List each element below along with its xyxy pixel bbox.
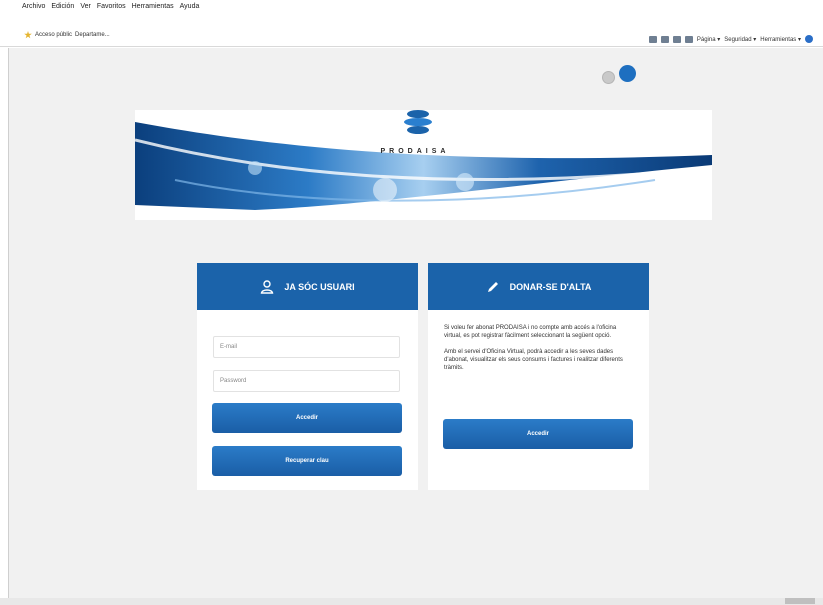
menu-ayuda[interactable]: Ayuda xyxy=(180,3,200,10)
help-icon[interactable] xyxy=(805,35,813,43)
menu-archivo[interactable]: Archivo xyxy=(22,3,45,10)
favorites-bar: Acceso públic Departame... Página ▾ Segu… xyxy=(0,13,823,47)
home-icon[interactable] xyxy=(648,35,657,43)
favorite-link-2[interactable]: Departame... xyxy=(75,32,110,38)
feeds-icon[interactable] xyxy=(660,35,669,43)
login-card-header: JA SÓC USUARI xyxy=(197,263,418,310)
tools-menu[interactable]: Herramientas ▾ xyxy=(760,36,801,43)
favorites-links: Acceso públic Departame... xyxy=(24,31,110,39)
page-menu[interactable]: Página ▾ xyxy=(697,36,720,43)
status-bar xyxy=(0,598,823,605)
language-option-icon[interactable] xyxy=(602,71,615,84)
signup-text-1: Si voleu fer abonat PRODAISA i no compte… xyxy=(444,325,617,339)
recover-password-button[interactable]: Recuperar clau xyxy=(212,446,402,476)
menu-edicion[interactable]: Edición xyxy=(51,3,74,10)
signup-description: Si voleu fer abonat PRODAISA i no compte… xyxy=(444,324,634,372)
favorite-link-1[interactable]: Acceso públic xyxy=(35,32,72,38)
browser-menubar: Archivo Edición Ver Favoritos Herramient… xyxy=(0,0,823,13)
login-submit-button[interactable]: Accedir xyxy=(212,403,402,433)
security-menu[interactable]: Seguridad ▾ xyxy=(724,36,756,43)
language-selected-icon[interactable] xyxy=(619,65,636,82)
menu-favoritos[interactable]: Favoritos xyxy=(97,3,126,10)
mail-icon[interactable] xyxy=(672,35,681,43)
prodaisa-logo-icon xyxy=(404,110,432,134)
signup-submit-button[interactable]: Accedir xyxy=(443,419,633,449)
login-card: JA SÓC USUARI E-mail Password Accedir Re… xyxy=(197,263,418,490)
favorites-star-icon[interactable] xyxy=(24,31,32,39)
signup-card-title: DONAR-SE D'ALTA xyxy=(509,281,592,292)
signup-text-2: Amb el servei d'Oficina Virtual, podrà a… xyxy=(444,349,623,371)
command-bar: Página ▾ Seguridad ▾ Herramientas ▾ xyxy=(648,35,813,43)
menu-ver[interactable]: Ver xyxy=(80,3,91,10)
password-input[interactable]: Password xyxy=(213,370,400,392)
login-card-title: JA SÓC USUARI xyxy=(284,281,355,292)
signup-card: DONAR-SE D'ALTA Si voleu fer abonat PROD… xyxy=(428,263,649,490)
email-input[interactable]: E-mail xyxy=(213,336,400,358)
menu-herramientas[interactable]: Herramientas xyxy=(132,3,174,10)
user-icon xyxy=(261,279,274,294)
zoom-control-icon[interactable] xyxy=(785,598,815,604)
print-icon[interactable] xyxy=(684,35,693,43)
brand-name: PRODAISA xyxy=(380,148,450,155)
signup-card-header: DONAR-SE D'ALTA xyxy=(428,263,649,310)
pencil-icon xyxy=(487,281,498,292)
